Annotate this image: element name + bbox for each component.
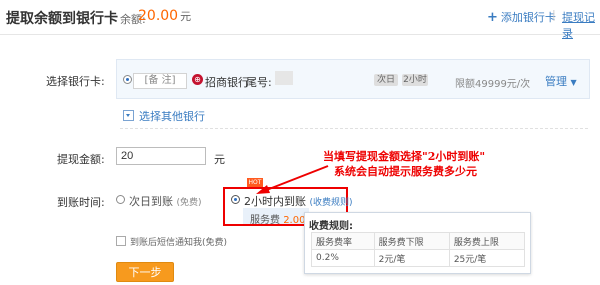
plus-icon: + <box>487 10 498 25</box>
service-fee-label: 服务费 <box>250 215 280 226</box>
add-bank-card-link[interactable]: + 添加银行卡 <box>487 9 556 25</box>
expand-icon <box>123 110 134 121</box>
amount-input[interactable] <box>116 147 206 165</box>
balance-unit: 元 <box>180 10 192 23</box>
fee-rules-popup: 收费规则: 服务费率 服务费下限 服务费上限 0.2% 2元/笔 25元/笔 <box>304 212 531 274</box>
card-tail-number-masked <box>275 71 293 85</box>
next-day-free-note: (免费) <box>176 198 202 208</box>
fee-rules-table: 服务费率 服务费下限 服务费上限 0.2% 2元/笔 25元/笔 <box>311 232 526 267</box>
hot-badge: HOT <box>247 178 263 187</box>
next-day-label: 次日到账 <box>129 195 173 208</box>
caret-down-icon: ▼ <box>570 78 577 87</box>
fee-max-value: 25元/笔 <box>448 249 526 267</box>
annotation-line-1: 当填写提现金额选择"2小时到账" <box>323 150 486 163</box>
amount-unit: 元 <box>214 153 225 166</box>
header-fee-max: 服务费上限 <box>448 232 526 250</box>
annotation-callout: 当填写提现金额选择"2小时到账" 系统会自动提示服务费多少元 <box>323 149 485 179</box>
two-hour-badge: 2小时 <box>402 74 428 86</box>
header-fee-rate: 服务费率 <box>311 232 375 250</box>
sms-notify-label: 到账后短信通知我(免费) <box>130 238 228 248</box>
amount-label: 提现金额: <box>57 153 105 166</box>
annotation-line-2: 系统会自动提示服务费多少元 <box>334 165 477 178</box>
header-fee-min: 服务费下限 <box>373 232 450 250</box>
next-step-button[interactable]: 下一步 <box>116 262 174 282</box>
bank-name: 招商银行 <box>205 76 249 89</box>
table-row: 0.2% 2元/笔 25元/笔 <box>311 249 526 267</box>
withdraw-history-link[interactable]: 提现记录 <box>562 9 600 41</box>
two-hour-label: 2小时内到账 <box>244 195 306 208</box>
fee-rules-title: 收费规则: <box>309 221 353 232</box>
page-title: 提取余额到银行卡 <box>6 11 118 27</box>
select-other-bank-link[interactable]: 选择其他银行 <box>123 108 205 124</box>
next-day-badge: 次日 <box>374 74 398 86</box>
select-card-label: 选择银行卡: <box>46 75 105 88</box>
divider <box>120 128 588 129</box>
header-separator: | <box>552 8 556 21</box>
add-bank-card-label: 添加银行卡 <box>500 11 556 24</box>
card-limit: 限额49999元/次 <box>455 79 531 90</box>
cmb-bank-logo-icon: ⊕ <box>192 74 203 85</box>
sms-notify-checkbox[interactable] <box>116 236 126 246</box>
fee-rules-link[interactable]: (收费规则) <box>310 198 353 208</box>
next-day-option[interactable]: 次日到账 (免费) <box>129 193 202 209</box>
two-hour-option[interactable]: 2小时内到账 (收费规则) <box>244 193 353 209</box>
balance-value: 20.00 <box>138 8 179 24</box>
card-note-button[interactable]: [备 注] <box>133 73 187 89</box>
balance-amount: 20.00 元 <box>138 8 191 24</box>
fee-rate-value: 0.2% <box>311 249 375 267</box>
manage-dropdown[interactable]: 管理 ▼ <box>545 73 577 89</box>
two-hour-radio[interactable] <box>231 195 240 204</box>
service-fee-amount: 2.00 <box>283 215 306 226</box>
table-header-row: 服务费率 服务费下限 服务费上限 <box>311 232 526 250</box>
manage-label: 管理 <box>545 75 567 88</box>
card-tail-label: 尾号: <box>246 76 272 89</box>
card-radio[interactable] <box>123 75 132 84</box>
next-day-radio[interactable] <box>116 195 125 204</box>
select-other-bank-label: 选择其他银行 <box>139 110 205 123</box>
arrival-time-label: 到账时间: <box>57 196 105 209</box>
fee-min-value: 2元/笔 <box>373 249 450 267</box>
